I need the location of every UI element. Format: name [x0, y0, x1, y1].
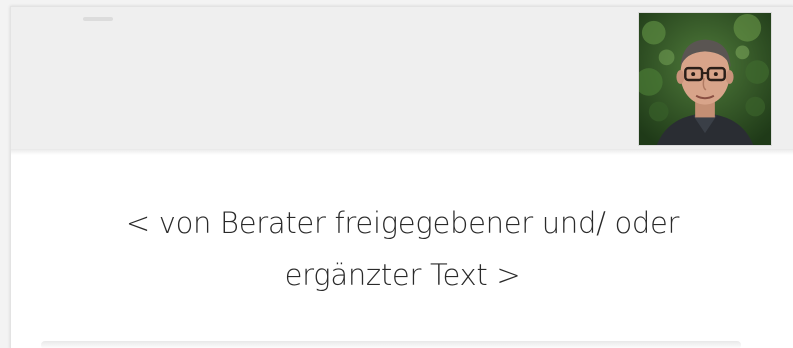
page-frame: < von Berater freigegebener und/ oder er…	[0, 0, 793, 348]
message-line-2: ergänzter Text >	[284, 258, 521, 292]
scroll-shadow	[41, 341, 741, 348]
consultant-message: < von Berater freigegebener und/ oder er…	[11, 197, 793, 301]
card-header	[11, 7, 793, 150]
message-line-1: < von Berater freigegebener und/ oder	[125, 206, 680, 240]
drag-handle[interactable]	[83, 17, 113, 21]
avatar	[638, 12, 772, 146]
consultant-card: < von Berater freigegebener und/ oder er…	[10, 6, 793, 348]
person-photo-icon	[639, 13, 771, 145]
header-divider	[11, 149, 793, 155]
